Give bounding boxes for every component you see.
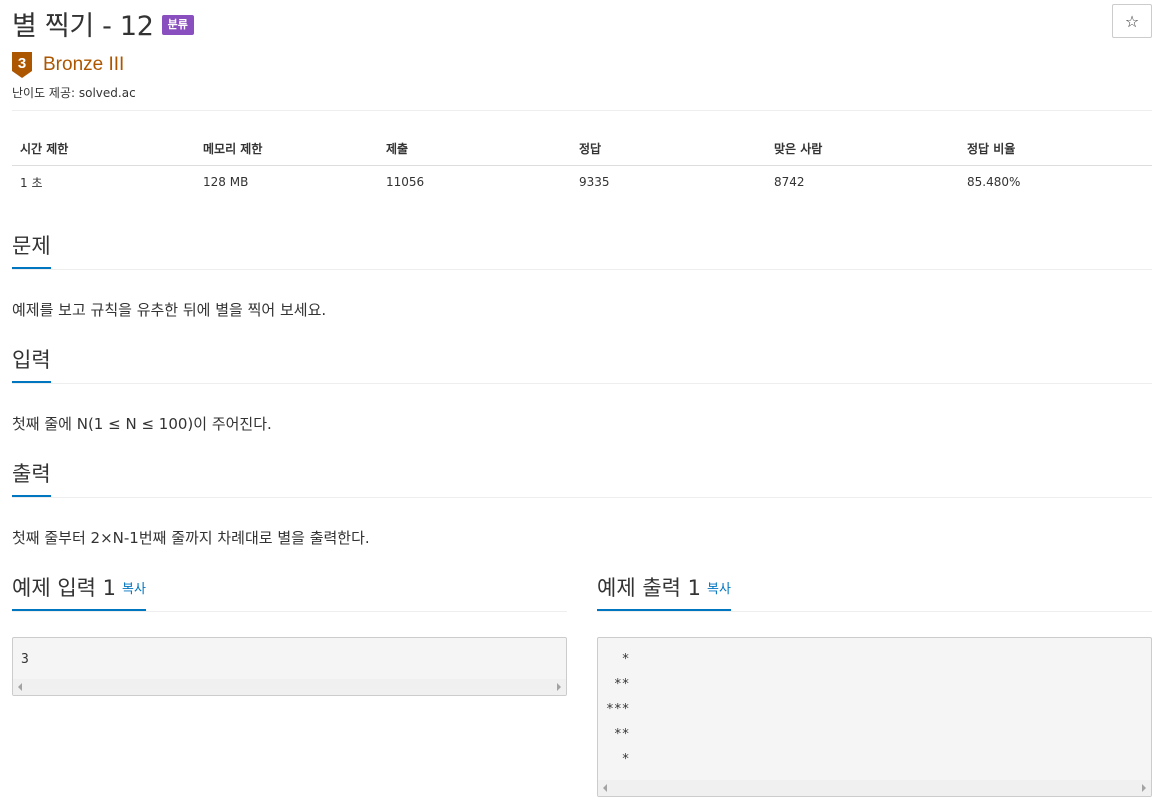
problem-section-header: 문제 [12, 232, 1152, 270]
scroll-left-icon[interactable] [603, 784, 607, 792]
output-description: 첫째 줄부터 2×N-1번째 줄까지 차례대로 별을 출력한다. [12, 529, 370, 547]
output-section-header: 출력 [12, 460, 1152, 498]
scroll-right-icon[interactable] [1142, 784, 1146, 792]
scroll-left-icon[interactable] [18, 683, 22, 691]
category-badge[interactable]: 분류 [161, 15, 194, 35]
page-title: 별 찍기 - 12 [12, 10, 154, 42]
sample-output-box[interactable]: * ** *** ** * [597, 637, 1152, 797]
sample-output-scrollbar[interactable] [598, 780, 1151, 796]
sample-input-box[interactable]: 3 [12, 637, 567, 696]
value-submissions: 11056 [386, 175, 425, 190]
input-section-header: 입력 [12, 346, 1152, 384]
star-icon: ☆ [1124, 11, 1140, 31]
value-memory-limit: 128 MB [203, 175, 249, 190]
header-accepted: 정답 [571, 133, 766, 166]
header-memory-limit: 메모리 제한 [195, 133, 378, 166]
input-heading: 입력 [12, 346, 51, 383]
tier-number: 3 [18, 55, 26, 72]
value-accepted: 9335 [579, 175, 610, 190]
sample-output-title: 예제 출력 1 [597, 576, 701, 600]
sample-input-scrollbar[interactable] [13, 679, 566, 695]
value-time-limit: 1 초 [20, 175, 43, 190]
copy-sample-output-button[interactable]: 복사 [707, 582, 731, 597]
tier-row[interactable]: 3 Bronze III [12, 52, 124, 78]
output-heading: 출력 [12, 460, 51, 497]
input-description: 첫째 줄에 N(1 ≤ N ≤ 100)이 주어진다. [12, 415, 272, 433]
table-row: 1 초 128 MB 11056 9335 8742 85.480% [12, 165, 1152, 199]
table-header-row: 시간 제한 메모리 제한 제출 정답 맞은 사람 정답 비율 [12, 133, 1152, 166]
header-solvers: 맞은 사람 [766, 133, 959, 166]
favorite-star-button[interactable]: ☆ [1112, 4, 1152, 38]
sample-input-title: 예제 입력 1 [12, 576, 116, 600]
sample-output-header: 예제 출력 1 복사 [597, 574, 1152, 612]
sample-input-header: 예제 입력 1 복사 [12, 574, 567, 612]
tier-name[interactable]: Bronze III [43, 54, 124, 76]
sample-input-heading: 예제 입력 1 복사 [12, 574, 146, 611]
problem-description: 예제를 보고 규칙을 유추한 뒤에 별을 찍어 보세요. [12, 301, 327, 319]
sample-output-heading: 예제 출력 1 복사 [597, 574, 731, 611]
value-solvers: 8742 [774, 175, 805, 190]
bronze-tier-icon: 3 [12, 52, 32, 78]
divider [12, 110, 1152, 111]
copy-sample-input-button[interactable]: 복사 [122, 582, 146, 597]
scroll-right-icon[interactable] [557, 683, 561, 691]
value-accept-ratio: 85.480% [967, 175, 1021, 190]
problem-heading: 문제 [12, 232, 51, 269]
header-submissions: 제출 [378, 133, 571, 166]
problem-info-table: 시간 제한 메모리 제한 제출 정답 맞은 사람 정답 비율 1 초 128 M… [12, 133, 1152, 199]
header-accept-ratio: 정답 비율 [959, 133, 1152, 166]
sample-input-content: 3 [21, 652, 29, 667]
sample-output-content: * ** *** ** * [606, 652, 630, 767]
header-time-limit: 시간 제한 [12, 133, 195, 166]
difficulty-provider: 난이도 제공: solved.ac [12, 86, 136, 100]
title-row: 별 찍기 - 12 분류 [12, 6, 194, 42]
